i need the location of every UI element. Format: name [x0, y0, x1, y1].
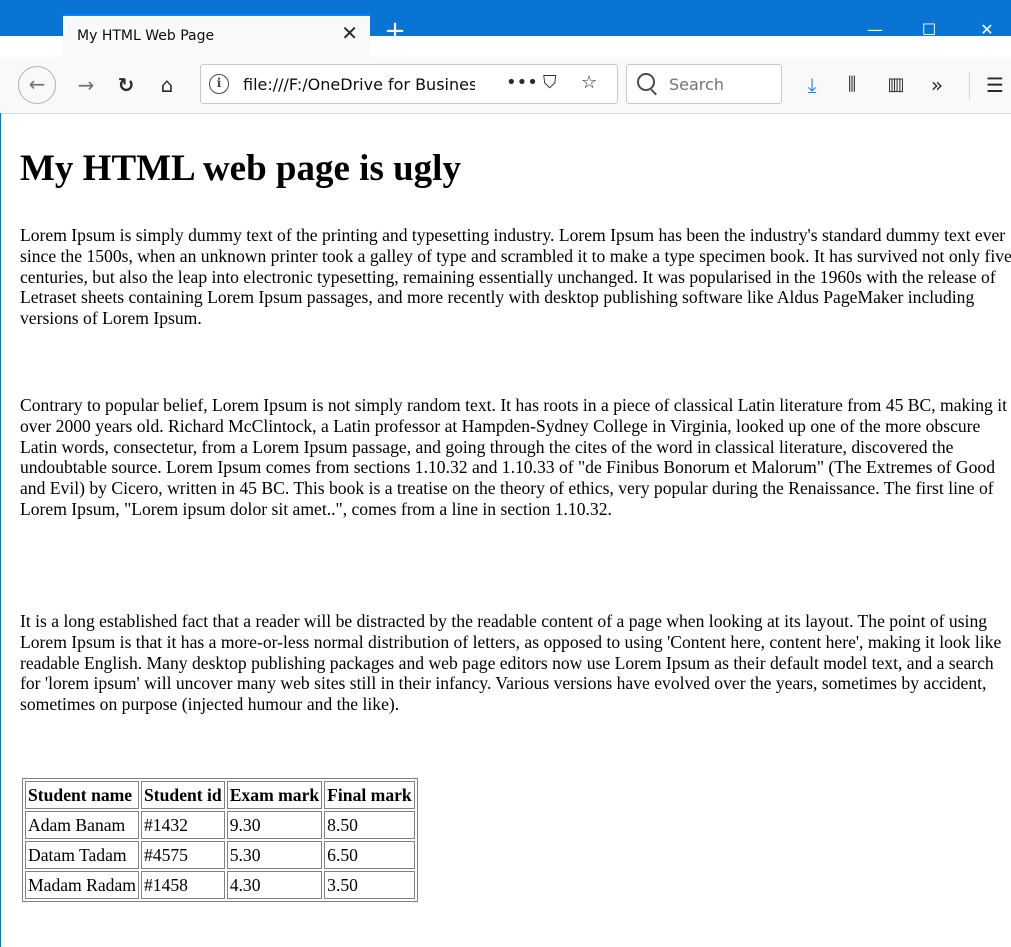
table-cell: 4.30 [226, 871, 323, 899]
table-header-row: Student name Student id Exam mark Final … [25, 781, 415, 809]
maximize-button[interactable]: ☐ [906, 22, 952, 48]
table-cell: Adam Banam [25, 811, 139, 839]
minimize-button[interactable]: — [852, 22, 898, 48]
window-border [0, 113, 1, 947]
search-input[interactable]: Search [626, 64, 782, 104]
pocket-icon[interactable]: ⛉ [543, 72, 557, 93]
library-icon[interactable]: ⫼ [836, 69, 868, 101]
table-cell: #1432 [140, 811, 225, 839]
table-cell: #1458 [140, 871, 225, 899]
tab-title: My HTML Web Page [77, 28, 215, 44]
page-title: My HTML web page is ugly [20, 148, 461, 189]
paragraph-3: It is a long established fact that a rea… [20, 611, 1002, 715]
window-close-button[interactable]: ✕ [964, 22, 1010, 48]
bookmark-star-icon[interactable]: ☆ [581, 72, 597, 93]
menu-icon[interactable]: ☰ [979, 69, 1011, 101]
title-bar: My HTML Web Page ✕ + — ☐ ✕ [0, 0, 1011, 57]
column-header: Final mark [324, 781, 415, 809]
sidebar-icon[interactable]: ▥ [880, 69, 912, 101]
column-header: Student id [140, 781, 225, 809]
search-icon [637, 73, 655, 91]
column-header: Student name [25, 781, 139, 809]
table-cell: Madam Radam [25, 871, 139, 899]
back-arrow-icon[interactable]: ← [18, 66, 56, 104]
table-cell: 6.50 [324, 841, 415, 869]
reload-icon[interactable]: ↻ [110, 69, 142, 101]
new-tab-button[interactable]: + [381, 18, 409, 46]
toolbar-divider [969, 72, 970, 100]
table-cell: 8.50 [324, 811, 415, 839]
table-row: Datam Tadam #4575 5.30 6.50 [25, 841, 415, 869]
table-cell: 5.30 [226, 841, 323, 869]
table-cell: #4575 [140, 841, 225, 869]
page-actions-icon[interactable]: ••• [506, 72, 538, 93]
paragraph-1: Lorem Ipsum is simply dummy text of the … [20, 225, 1011, 329]
column-header: Exam mark [226, 781, 323, 809]
search-placeholder: Search [669, 75, 724, 94]
tab-close-icon[interactable]: ✕ [341, 23, 358, 43]
table-row: Madam Radam #1458 4.30 3.50 [25, 871, 415, 899]
forward-arrow-icon[interactable]: → [70, 69, 102, 101]
url-text[interactable]: file:///F:/OneDrive for Business [243, 75, 475, 94]
home-icon[interactable]: ⌂ [151, 69, 183, 101]
tab-active[interactable]: My HTML Web Page ✕ [63, 14, 370, 57]
download-icon[interactable]: ⤓ [796, 69, 828, 101]
overflow-icon[interactable]: » [921, 69, 953, 101]
table-cell: 9.30 [226, 811, 323, 839]
table-row: Adam Banam #1432 9.30 8.50 [25, 811, 415, 839]
student-marks-table: Student name Student id Exam mark Final … [22, 778, 418, 902]
paragraph-2: Contrary to popular belief, Lorem Ipsum … [20, 395, 1007, 519]
table-cell: 3.50 [324, 871, 415, 899]
site-info-icon[interactable]: i [209, 74, 229, 94]
table-cell: Datam Tadam [25, 841, 139, 869]
url-bar[interactable]: i file:///F:/OneDrive for Business ••• ⛉… [200, 64, 618, 104]
